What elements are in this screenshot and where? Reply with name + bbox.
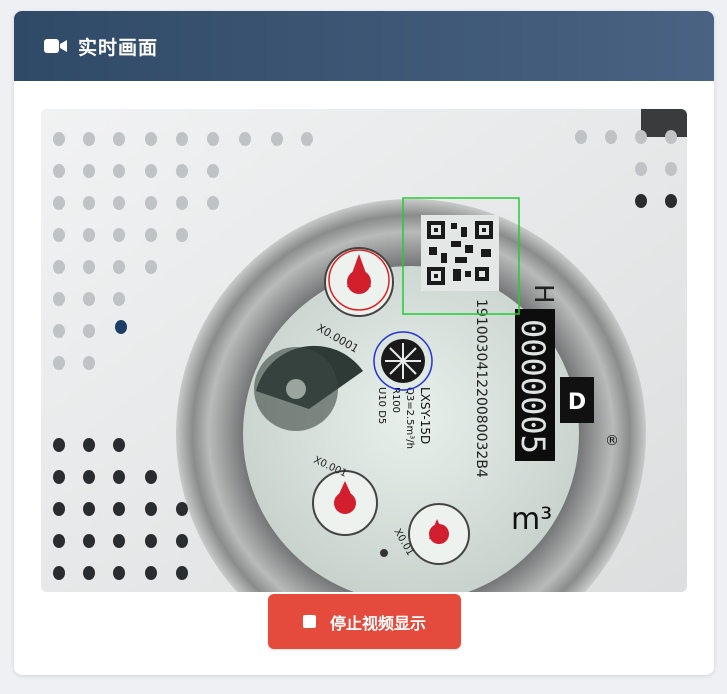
meter-spec-q3: Q3=2.5m³/h xyxy=(404,387,415,449)
serial-number: 191003041220080032B4 xyxy=(473,299,489,478)
meter-spec-r: R100 xyxy=(390,387,401,413)
stop-video-button[interactable]: 停止视频显示 xyxy=(268,594,461,649)
odometer-digits: 0000005 xyxy=(514,319,552,454)
stop-square-icon xyxy=(302,615,316,628)
meter-spec-u: U10 D5 xyxy=(376,387,387,424)
h-mark: H xyxy=(528,284,558,304)
registered-mark: ® xyxy=(605,433,619,449)
panel-title: 实时画面 xyxy=(78,36,159,59)
brand-logo-text: D xyxy=(568,390,586,415)
card-header: 实时画面 xyxy=(14,11,714,81)
unit-label: m³ xyxy=(511,502,552,537)
video-camera-icon xyxy=(44,37,68,55)
live-video-frame: X0.0001 X0.001 X0.01 0000005 H LXSY-15D … xyxy=(41,109,687,592)
live-view-card: 实时画面 X0.0001 X0.001 X0.01 0000005 H LXSY… xyxy=(14,11,714,675)
qr-code xyxy=(421,215,499,291)
reading-odometer: 0000005 xyxy=(514,309,555,461)
meter-camera-image: X0.0001 X0.001 X0.01 0000005 H LXSY-15D … xyxy=(41,109,687,592)
stop-video-label: 停止视频显示 xyxy=(329,613,426,633)
meter-model: LXSY-15D xyxy=(418,387,432,444)
